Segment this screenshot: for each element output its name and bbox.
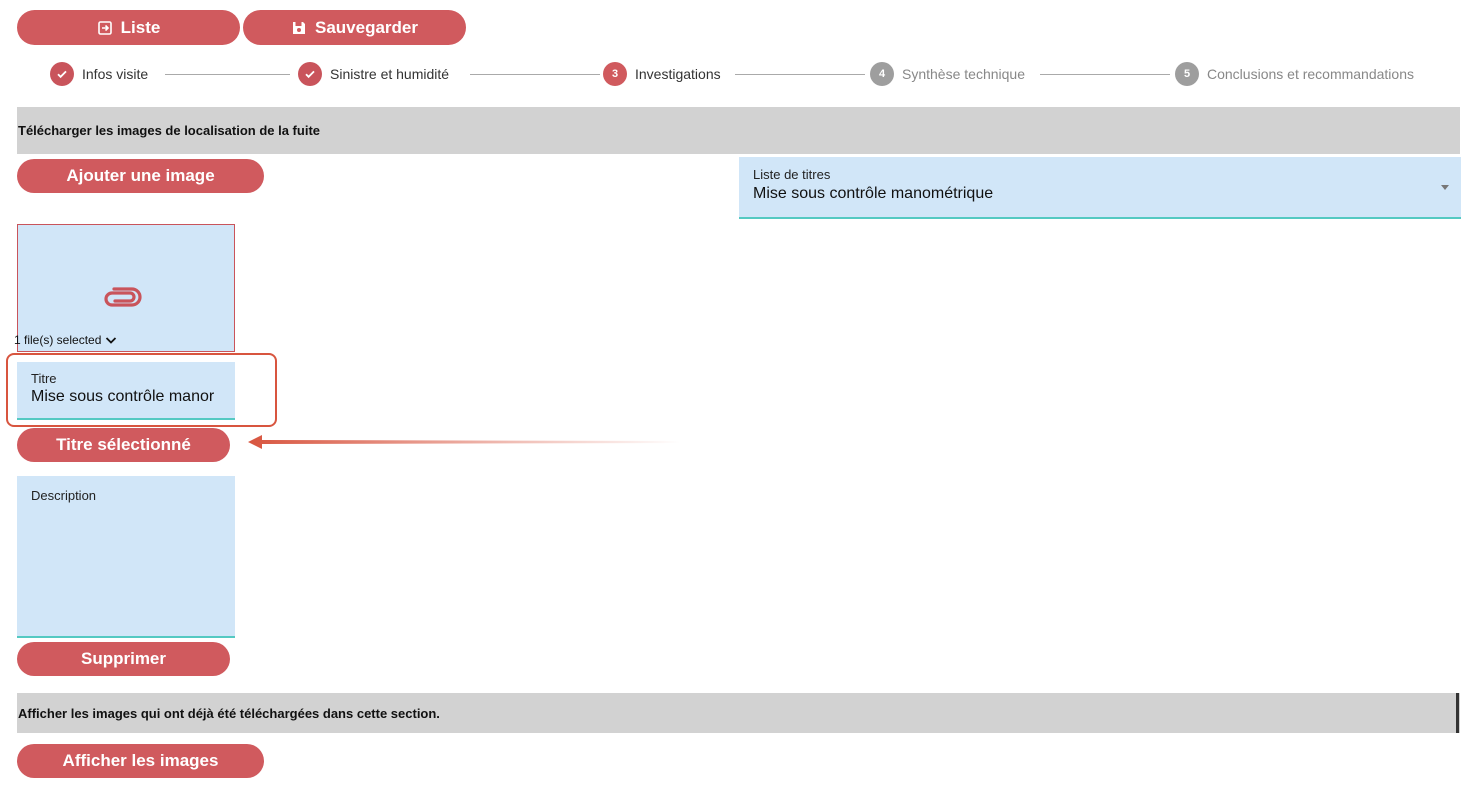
- title-list-label: Liste de titres: [753, 167, 831, 182]
- annotation-arrow: [248, 435, 680, 449]
- show-images-label: Afficher les images: [62, 751, 219, 770]
- add-image-label: Ajouter une image: [66, 166, 215, 185]
- add-image-button[interactable]: Ajouter une image: [17, 159, 264, 193]
- step-label: Infos visite: [82, 66, 149, 82]
- step-connector: [735, 74, 865, 75]
- view-section-title: Afficher les images qui ont déjà été tél…: [18, 705, 440, 721]
- save-button-label: Sauvegarder: [315, 17, 418, 37]
- file-selected-text: 1 file(s) selected: [14, 333, 102, 347]
- step-synthese-technique[interactable]: 4 Synthèse technique: [870, 62, 1027, 86]
- floppy-disk-icon: [293, 21, 305, 34]
- step-conclusions[interactable]: 5 Conclusions et recommandations: [1175, 62, 1416, 86]
- show-images-button[interactable]: Afficher les images: [17, 744, 264, 778]
- step-number: 4: [870, 62, 894, 86]
- delete-label: Supprimer: [80, 649, 167, 668]
- save-button[interactable]: Sauvegarder: [243, 10, 466, 45]
- step-label: Sinistre et humidité: [330, 66, 450, 82]
- step-number: 3: [603, 62, 627, 86]
- scrollbar-thumb[interactable]: [1456, 693, 1459, 733]
- upload-section-title: Télécharger les images de localisation d…: [18, 123, 321, 138]
- upload-section-header: Télécharger les images de localisation d…: [17, 107, 1460, 154]
- paperclip-icon: [104, 287, 142, 307]
- progress-stepper: Infos visite Sinistre et humidité 3 Inve…: [50, 62, 1430, 88]
- delete-button[interactable]: Supprimer: [17, 642, 230, 676]
- step-investigations[interactable]: 3 Investigations: [603, 62, 723, 86]
- selected-title-button[interactable]: Titre sélectionné: [17, 428, 230, 462]
- check-icon: [50, 62, 74, 86]
- chevron-down-icon: [106, 337, 117, 344]
- annotation-highlight-box: [6, 353, 277, 427]
- step-connector: [165, 74, 290, 75]
- view-section-header: Afficher les images qui ont déjà été tél…: [17, 693, 1460, 733]
- description-textarea[interactable]: Description: [17, 476, 235, 638]
- step-connector: [470, 74, 600, 75]
- exit-icon: [97, 20, 112, 35]
- step-infos-visite[interactable]: Infos visite: [50, 62, 151, 86]
- step-number: 5: [1175, 62, 1199, 86]
- step-label: Synthèse technique: [902, 66, 1025, 82]
- step-label: Investigations: [635, 66, 721, 82]
- step-sinistre-humidite[interactable]: Sinistre et humidité: [298, 62, 452, 86]
- liste-button-label: Liste: [120, 17, 161, 37]
- step-connector: [1040, 74, 1170, 75]
- check-icon: [298, 62, 322, 86]
- title-list-value: Mise sous contrôle manométrique: [753, 185, 994, 202]
- dropdown-arrow-icon: [1441, 185, 1449, 190]
- description-label: Description: [31, 488, 97, 503]
- liste-button[interactable]: Liste: [17, 10, 240, 45]
- step-label: Conclusions et recommandations: [1207, 66, 1414, 82]
- selected-title-label: Titre sélectionné: [56, 435, 191, 454]
- title-list-select[interactable]: Liste de titres Mise sous contrôle manom…: [739, 157, 1461, 219]
- file-selected-toggle[interactable]: 1 file(s) selected: [14, 333, 117, 347]
